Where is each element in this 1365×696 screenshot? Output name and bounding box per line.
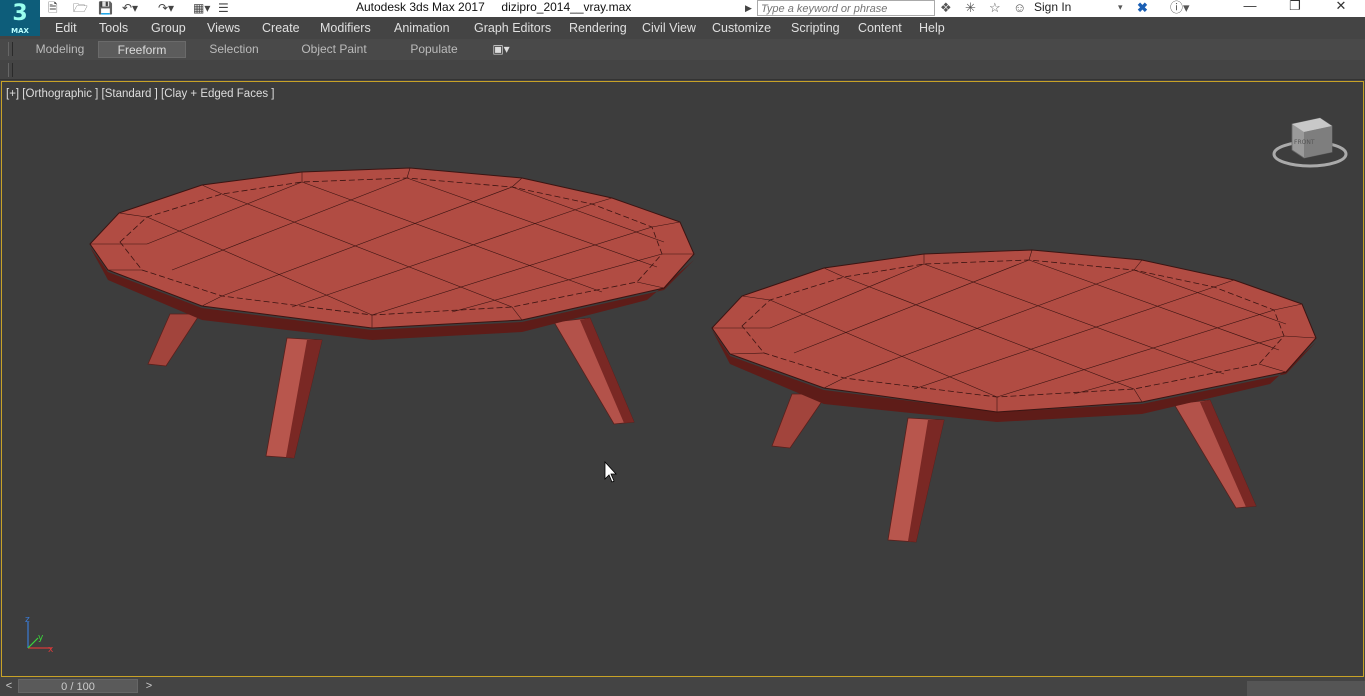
tab-object-paint[interactable]: Object Paint: [290, 41, 378, 58]
menu-help[interactable]: Help: [919, 21, 945, 35]
tab-populate[interactable]: Populate: [394, 41, 474, 58]
open-file-icon[interactable]: 🗁: [73, 0, 88, 17]
file-name: dizipro_2014__vray.max: [501, 0, 632, 14]
new-file-icon[interactable]: 🗎: [48, 0, 58, 17]
redo-icon[interactable]: ↷▾: [158, 0, 174, 17]
menu-civil-view[interactable]: Civil View: [642, 21, 696, 35]
search-input[interactable]: [758, 3, 934, 15]
tab-freeform[interactable]: Freeform: [98, 41, 186, 58]
tab-modeling[interactable]: Modeling: [22, 41, 98, 58]
menu-scripting[interactable]: Scripting: [791, 21, 840, 35]
table-1-leg-back-left[interactable]: [147, 313, 201, 367]
undo-icon[interactable]: ↶▾: [122, 0, 138, 17]
search-box[interactable]: [757, 0, 935, 16]
menu-views[interactable]: Views: [207, 21, 240, 35]
help-icon[interactable]: ⓘ▾: [1170, 0, 1190, 15]
menu-tools[interactable]: Tools: [99, 21, 128, 35]
minimize-icon[interactable]: —: [1227, 0, 1273, 14]
table-1[interactable]: [89, 167, 695, 459]
time-slider[interactable]: 0 / 100: [18, 679, 138, 693]
restore-icon[interactable]: ❐: [1272, 0, 1318, 14]
ribbon: Modeling Freeform Selection Object Paint…: [0, 39, 1365, 60]
panel-grip[interactable]: [8, 63, 13, 77]
viewport-orthographic[interactable]: FRONT z y x [+] [Orthographic ] [Standar…: [1, 81, 1364, 677]
customize-qa-icon[interactable]: ☰: [218, 0, 229, 17]
axis-y-label: y: [38, 633, 44, 643]
ribbon-panel: [0, 60, 1365, 80]
exchange-icon[interactable]: ✖: [1137, 0, 1148, 15]
save-icon[interactable]: 💾: [98, 0, 113, 17]
user-icon[interactable]: ☺: [1013, 0, 1026, 15]
table-2[interactable]: [711, 249, 1317, 543]
menu-modifiers[interactable]: Modifiers: [320, 21, 371, 35]
viewcube[interactable]: FRONT: [1272, 117, 1348, 168]
star-icon[interactable]: ☆: [989, 0, 1001, 15]
app-title: Autodesk 3ds Max 2017: [356, 0, 485, 14]
menu-graph-editors[interactable]: Graph Editors: [474, 21, 551, 35]
chevron-down-icon[interactable]: ▾: [1118, 0, 1123, 15]
app-logo[interactable]: 3 MAX: [0, 0, 40, 36]
table-2-leg-back-left[interactable]: [771, 393, 828, 449]
axis-tripod: z y x: [25, 615, 54, 655]
title-bar: 3 MAX 🗎 🗁 💾 ↶▾ ↷▾ ▦▾ ☰ Autodesk 3ds Max 2…: [0, 0, 1365, 36]
time-prev-button[interactable]: <: [2, 679, 16, 693]
menu-bar: Edit Tools Group Views Create Modifiers …: [0, 17, 1365, 39]
menu-group[interactable]: Group: [151, 21, 186, 35]
sign-in-link[interactable]: Sign In: [1034, 0, 1071, 14]
menu-customize[interactable]: Customize: [712, 21, 771, 35]
menu-create[interactable]: Create: [262, 21, 300, 35]
binoculars-icon[interactable]: ❖: [940, 0, 952, 15]
menu-animation[interactable]: Animation: [394, 21, 450, 35]
ribbon-grip[interactable]: [8, 42, 13, 56]
ribbon-options-icon[interactable]: ▣▾: [484, 41, 518, 58]
close-icon[interactable]: ✕: [1318, 0, 1364, 14]
viewport-label[interactable]: [+] [Orthographic ] [Standard ] [Clay + …: [6, 88, 274, 100]
pin-icon[interactable]: ✳: [965, 0, 976, 15]
menu-edit[interactable]: Edit: [55, 21, 77, 35]
viewport-scene[interactable]: FRONT z y x: [2, 82, 1363, 676]
search-arrow-icon[interactable]: ▶: [745, 0, 752, 17]
window-title: Autodesk 3ds Max 2017 dizipro_2014__vray…: [356, 0, 631, 14]
viewcube-label: FRONT: [1294, 139, 1315, 146]
axis-z-label: z: [25, 615, 30, 625]
menu-content[interactable]: Content: [858, 21, 902, 35]
project-icon[interactable]: ▦▾: [193, 0, 210, 17]
axis-x-label: x: [48, 645, 54, 655]
time-next-button[interactable]: >: [142, 679, 156, 693]
status-panel: [1247, 681, 1365, 696]
time-slider-bar: < 0 / 100 >: [0, 677, 1365, 696]
tab-selection[interactable]: Selection: [190, 41, 278, 58]
logo-text: MAX: [11, 27, 29, 35]
mouse-cursor: [604, 460, 617, 483]
menu-rendering[interactable]: Rendering: [569, 21, 627, 35]
logo-number: 3: [12, 1, 28, 26]
